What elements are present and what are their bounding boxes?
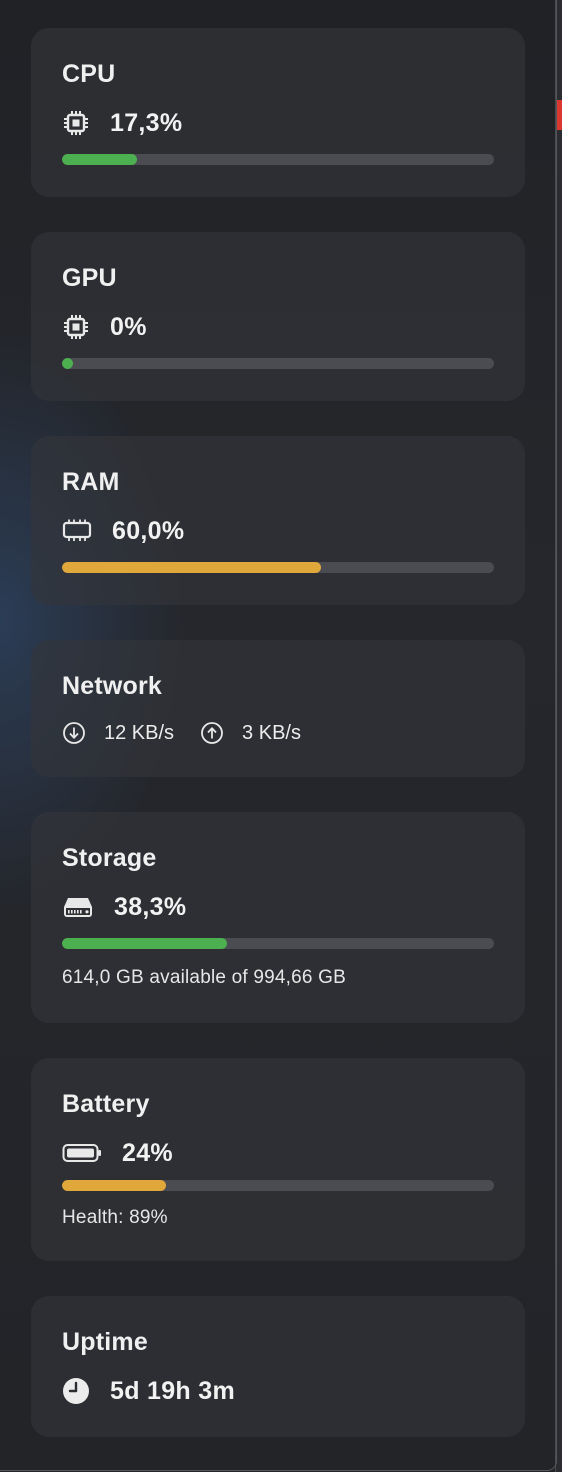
ram-title: RAM xyxy=(62,468,120,496)
uptime-value-row: 5d 19h 3m xyxy=(62,1374,235,1408)
cpu-value: 17,3% xyxy=(110,108,183,137)
storage-detail: 614,0 GB available of 994,66 GB xyxy=(62,967,347,988)
storage-progress-fill xyxy=(62,938,228,949)
cpu-title: CPU xyxy=(62,60,116,88)
storage-card: Storage 38,3% 614,0 GB available of 994,… xyxy=(31,812,525,1023)
ram-card: RAM 60,0% xyxy=(31,436,525,605)
uptime-title: Uptime xyxy=(62,1328,148,1356)
gpu-title: GPU xyxy=(62,264,117,292)
cpu-progress-fill xyxy=(62,154,137,165)
uptime-card: Uptime 5d 19h 3m xyxy=(31,1296,525,1437)
gpu-card: GPU 0% xyxy=(31,232,525,401)
battery-health: Health: 89% xyxy=(62,1207,168,1228)
arrow-up-circle-icon xyxy=(200,721,224,745)
cpu-card: CPU 17,3% xyxy=(31,28,525,197)
storage-value-row: 38,3% xyxy=(62,890,186,924)
ram-progress-bar xyxy=(62,562,494,573)
battery-progress-fill xyxy=(62,1180,166,1191)
ram-progress-fill xyxy=(62,562,322,573)
background-window-accent xyxy=(557,100,562,130)
battery-icon xyxy=(62,1143,102,1163)
clock-icon xyxy=(62,1377,90,1405)
storage-progress-bar xyxy=(62,938,494,949)
network-rates: 12 KB/s 3 KB/s xyxy=(62,721,301,745)
battery-title: Battery xyxy=(62,1090,150,1118)
battery-progress-bar xyxy=(62,1180,494,1191)
ram-value-row: 60,0% xyxy=(62,514,184,548)
cpu-progress-bar xyxy=(62,154,494,165)
uptime-value: 5d 19h 3m xyxy=(110,1376,235,1405)
upload-rate: 3 KB/s xyxy=(242,721,301,744)
cpu-value-row: 17,3% xyxy=(62,106,182,140)
ram-value: 60,0% xyxy=(112,516,185,545)
storage-title: Storage xyxy=(62,844,157,872)
arrow-down-circle-icon xyxy=(62,721,86,745)
chip-icon xyxy=(62,313,90,341)
storage-value: 38,3% xyxy=(114,892,187,921)
memory-module-icon xyxy=(62,519,92,543)
system-monitor-panel: CPU 17,3% GPU 0% RAM 60,0% Network 12 KB… xyxy=(0,0,557,1471)
gpu-value-row: 0% xyxy=(62,310,147,344)
battery-value: 24% xyxy=(122,1138,173,1167)
network-title: Network xyxy=(62,672,163,700)
gpu-progress-fill xyxy=(62,358,73,369)
gpu-value: 0% xyxy=(110,312,147,341)
download-rate: 12 KB/s xyxy=(104,721,175,744)
hard-drive-icon xyxy=(62,894,94,920)
chip-icon xyxy=(62,109,90,137)
battery-value-row: 24% xyxy=(62,1136,173,1170)
battery-card: Battery 24% Health: 89% xyxy=(31,1058,525,1261)
gpu-progress-bar xyxy=(62,358,494,369)
network-card: Network 12 KB/s 3 KB/s xyxy=(31,640,525,777)
